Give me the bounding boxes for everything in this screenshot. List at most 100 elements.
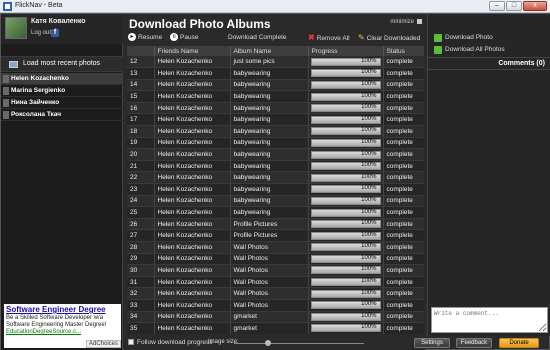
adchoices-link[interactable]: AdChoices bbox=[85, 340, 121, 348]
column-header-album[interactable]: Album Name bbox=[230, 46, 309, 56]
table-row[interactable]: 20 Helen Kozachenko babywearing 100% complet… bbox=[127, 148, 424, 161]
progress-bar: 100% bbox=[310, 208, 381, 217]
table-row[interactable]: 30 Helen Kozachenko Wall Photos 100% complet… bbox=[127, 264, 424, 277]
download-complete-status: Download Complete bbox=[228, 34, 287, 41]
donate-button[interactable]: Donate bbox=[499, 338, 539, 348]
table-row[interactable]: 25 Helen Kozachenko babywearing 100% complet… bbox=[127, 206, 424, 219]
progress-bar: 100% bbox=[310, 185, 381, 194]
table-row[interactable]: 33 Helen Kozachenko Wall Photos 100% complet… bbox=[127, 299, 424, 312]
window-maximize-button[interactable]: □ bbox=[506, 1, 522, 11]
row-index: 17 bbox=[127, 113, 155, 127]
table-row[interactable]: 31 Helen Kozachenko Wall Photos 100% complet… bbox=[127, 276, 424, 289]
table-row[interactable]: 15 Helen Kozachenko babywearing 100% complet… bbox=[127, 90, 424, 103]
resume-button[interactable]: ▸ Resume bbox=[128, 33, 162, 43]
row-friend-name: Helen Kozachenko bbox=[154, 299, 231, 312]
row-index: 16 bbox=[127, 102, 155, 115]
facebook-icon[interactable]: f bbox=[51, 29, 59, 37]
row-status: complete bbox=[383, 171, 424, 185]
row-album-name: babywearing bbox=[230, 102, 309, 115]
progress-percent: 100% bbox=[361, 208, 377, 215]
row-status: complete bbox=[383, 253, 424, 266]
column-header-status[interactable]: Status bbox=[383, 46, 424, 56]
avatar[interactable] bbox=[5, 17, 27, 39]
row-progress: 100% bbox=[308, 206, 384, 219]
table-row[interactable]: 19 Helen Kozachenko babywearing 100% complet… bbox=[127, 137, 424, 150]
feedback-button[interactable]: Feedback bbox=[456, 338, 492, 348]
column-header-progress[interactable]: Progress bbox=[308, 46, 384, 56]
row-friend-name: Helen Kozachenko bbox=[154, 90, 231, 103]
window-minimize-button[interactable]: – bbox=[489, 1, 505, 11]
right-panel: Download Photo Download All Photos Comme… bbox=[427, 14, 550, 336]
settings-button[interactable]: Settings bbox=[414, 338, 450, 348]
friend-name: Нина Зайченко bbox=[11, 99, 60, 106]
clear-downloaded-button[interactable]: ✎ Clear Downloaded bbox=[358, 33, 420, 44]
friend-item[interactable]: Helen Kozachenko bbox=[1, 73, 123, 85]
download-icon bbox=[434, 34, 442, 42]
table-row[interactable]: 23 Helen Kozachenko babywearing 100% complet… bbox=[127, 183, 424, 196]
row-index: 14 bbox=[127, 79, 155, 92]
table-row[interactable]: 26 Helen Kozachenko Profile Pictures 100% co… bbox=[127, 218, 424, 231]
ad-banner[interactable]: Software Engineer Degree Be a Skilled So… bbox=[4, 304, 121, 348]
table-row[interactable]: 17 Helen Kozachenko babywearing 100% complet… bbox=[127, 113, 424, 127]
bottom-bar: Image size: Settings Feedback Donate bbox=[124, 336, 550, 350]
app-frame: Катя Коваленко Log out f Load most recen… bbox=[0, 13, 550, 350]
friend-thumbnail bbox=[3, 75, 9, 83]
row-friend-name: Helen Kozachenko bbox=[154, 206, 231, 219]
table-row[interactable]: 16 Helen Kozachenko babywearing 100% complet… bbox=[127, 102, 424, 115]
row-index: 34 bbox=[127, 311, 155, 324]
table-row[interactable]: 29 Helen Kozachenko Wall Photos 100% complet… bbox=[127, 253, 424, 266]
row-album-name: Wall Photos bbox=[230, 241, 309, 254]
download-albums-panel: Download Photo Albums minimize ▸ Resume ॥… bbox=[124, 14, 426, 336]
friend-item[interactable]: Роксолана Ткач bbox=[1, 109, 123, 121]
row-friend-name: Helen Kozachenko bbox=[154, 229, 231, 242]
comment-input[interactable] bbox=[431, 307, 548, 333]
minimize-panel-button[interactable]: minimize bbox=[390, 19, 422, 25]
table-row[interactable]: 13 Helen Kozachenko babywearing 100% complet… bbox=[127, 67, 424, 80]
row-index: 20 bbox=[127, 148, 155, 161]
progress-percent: 100% bbox=[361, 185, 377, 192]
table-row[interactable]: 34 Helen Kozachenko gmarket 100% complete bbox=[127, 311, 424, 324]
table-row[interactable]: 32 Helen Kozachenko Wall Photos 100% complet… bbox=[127, 287, 424, 300]
column-header-friend[interactable]: Friends Name bbox=[154, 46, 231, 56]
friend-thumbnail bbox=[3, 99, 9, 107]
row-friend-name: Helen Kozachenko bbox=[154, 287, 231, 300]
downloads-table: Friends Name Album Name Progress Status … bbox=[127, 46, 424, 334]
table-row[interactable]: 18 Helen Kozachenko babywearing 100% complet… bbox=[127, 125, 424, 138]
friend-item[interactable]: Нина Зайченко bbox=[1, 97, 123, 109]
progress-bar: 100% bbox=[310, 104, 381, 113]
progress-bar: 100% bbox=[310, 115, 381, 124]
table-row[interactable]: 14 Helen Kozachenko babywearing 100% complet… bbox=[127, 79, 424, 92]
row-album-name: Wall Photos bbox=[230, 287, 309, 300]
table-row[interactable]: 27 Helen Kozachenko Profile Pictures 100% co… bbox=[127, 229, 424, 242]
friend-item[interactable]: Marina Sergienko bbox=[1, 85, 123, 97]
table-row[interactable]: 12 Helen Kozachenko just some pics 100% comp… bbox=[127, 56, 424, 69]
table-row[interactable]: 35 Helen Kozachenko gmarket 100% complete bbox=[127, 322, 424, 334]
row-index: 21 bbox=[127, 160, 155, 173]
ad-url[interactable]: EducationDegreeSource.c... bbox=[4, 329, 121, 335]
remove-all-button[interactable]: ✖ Remove All bbox=[308, 33, 350, 44]
column-header-index[interactable] bbox=[127, 46, 155, 56]
row-index: 23 bbox=[127, 183, 155, 196]
progress-percent: 100% bbox=[361, 243, 377, 250]
table-row[interactable]: 21 Helen Kozachenko babywearing 100% complet… bbox=[127, 160, 424, 173]
table-row[interactable]: 28 Helen Kozachenko Wall Photos 100% complet… bbox=[127, 241, 424, 254]
image-size-slider[interactable] bbox=[234, 340, 364, 346]
download-photo-button[interactable]: Download Photo bbox=[434, 34, 493, 42]
window-close-button[interactable]: x bbox=[523, 1, 547, 11]
slider-handle[interactable] bbox=[265, 340, 271, 346]
download-all-photos-button[interactable]: Download All Photos bbox=[434, 46, 505, 54]
progress-bar: 100% bbox=[310, 80, 381, 89]
table-row[interactable]: 24 Helen Kozachenko babywearing 100% complet… bbox=[127, 195, 424, 208]
progress-bar: 100% bbox=[310, 231, 381, 240]
table-row[interactable]: 22 Helen Kozachenko babywearing 100% complet… bbox=[127, 171, 424, 185]
logout-link[interactable]: Log out bbox=[31, 30, 51, 36]
row-index: 29 bbox=[127, 253, 155, 266]
play-icon: ▸ bbox=[128, 33, 136, 42]
row-progress: 100% bbox=[308, 218, 384, 231]
progress-bar: 100% bbox=[310, 254, 381, 263]
row-progress: 100% bbox=[308, 90, 384, 103]
row-index: 12 bbox=[127, 56, 155, 69]
ad-title[interactable]: Software Engineer Degree bbox=[4, 304, 121, 315]
load-recent-photos-button[interactable]: Load most recent photos bbox=[1, 56, 123, 72]
pause-button[interactable]: ॥ Pause bbox=[170, 33, 198, 43]
